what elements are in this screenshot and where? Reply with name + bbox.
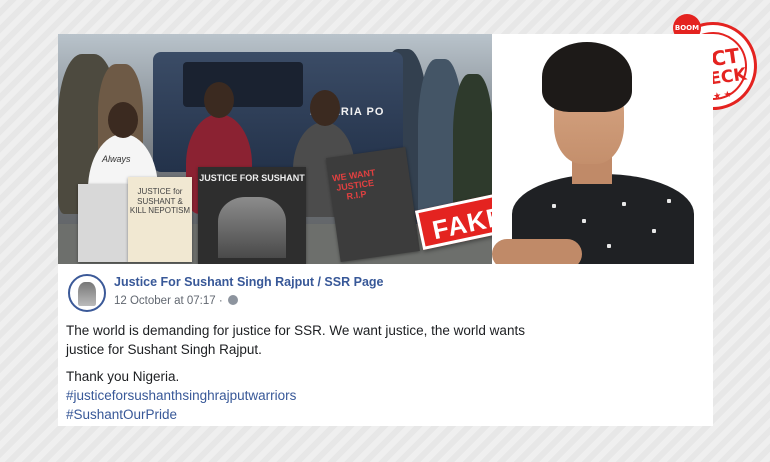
portrait-arm: [492, 239, 582, 264]
page-name-link[interactable]: Justice For Sushant Singh Rajput / SSR P…: [114, 275, 384, 289]
page-avatar[interactable]: [68, 274, 106, 312]
shirt-text: Always: [102, 154, 131, 164]
globe-icon: [227, 295, 238, 305]
post-body: The world is demanding for justice for S…: [66, 321, 666, 424]
facebook-post-card: NIGERIA PO Always JUSTICE for SUSHANT & …: [58, 34, 713, 426]
post-paragraph: The world is demanding for justice for S…: [66, 323, 525, 357]
hashtag-link[interactable]: #SushantOurPride: [66, 405, 666, 424]
post-image[interactable]: NIGERIA PO Always JUSTICE for SUSHANT & …: [58, 34, 694, 264]
sign-nepotism: JUSTICE for SUSHANT & KILL NEPOTISM: [128, 177, 192, 262]
hashtag-link[interactable]: #justiceforsushanthsinghrajputwarriors: [66, 386, 666, 405]
portrait-hair: [542, 42, 632, 112]
post-header: Justice For Sushant Singh Rajput / SSR P…: [68, 274, 668, 314]
sushant-portrait-photo: [492, 34, 694, 264]
sign-we-want-justice: WE WANT JUSTICE R.I.P: [326, 146, 420, 263]
timestamp-text: 12 October at 07:17 ·: [114, 295, 226, 307]
sign-justice-for-sushant: JUSTICE FOR SUSHANT: [198, 167, 306, 264]
sign-portrait-small: [78, 184, 128, 262]
post-paragraph: Thank you Nigeria.: [66, 369, 180, 384]
protest-photo: NIGERIA PO Always JUSTICE for SUSHANT & …: [58, 34, 492, 264]
post-timestamp[interactable]: 12 October at 07:17 ·: [114, 295, 238, 307]
